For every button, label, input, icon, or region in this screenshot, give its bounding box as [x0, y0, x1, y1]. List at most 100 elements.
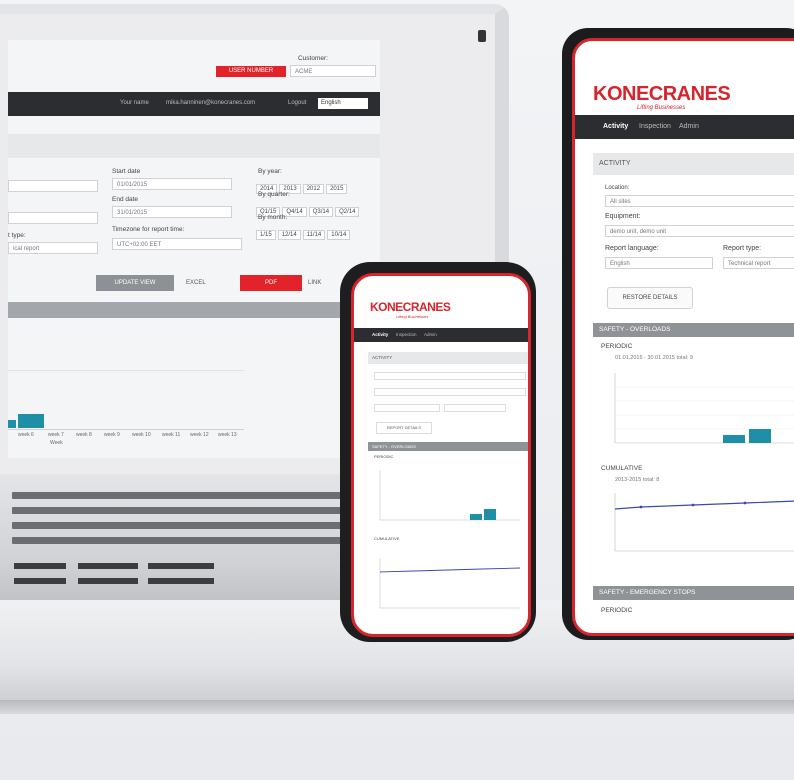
by-year-label: By year:	[258, 168, 282, 175]
customer-label: Customer:	[298, 55, 328, 62]
tablet-logo-tagline: Lifting Businesses	[637, 105, 686, 111]
keyboard-key	[78, 578, 138, 584]
topbar-email: mika.hanninen@konecranes.com	[166, 100, 256, 106]
keyboard-key	[78, 563, 138, 569]
timezone-select[interactable]: UTC+02:00 EET	[112, 238, 242, 250]
nav-activity[interactable]: Activity	[372, 332, 388, 337]
month-chips: 1/15 12/14 11/14 10/14	[256, 223, 352, 241]
report-details-button[interactable]: REPORT DETAILS	[376, 422, 432, 434]
x-tick: week 8	[76, 432, 92, 438]
x-tick: week 9	[104, 432, 120, 438]
phone-logo-tagline: Lifting Businesses	[396, 314, 429, 319]
end-date-label: End date	[112, 196, 139, 203]
equipment-select[interactable]	[8, 212, 98, 224]
laptop-screen: Customer: ACME USER NUMBER Your name mik…	[8, 40, 380, 458]
x-tick: week 11	[162, 432, 181, 438]
keyboard-key	[148, 578, 214, 584]
location-select[interactable]: All sites	[605, 195, 794, 207]
cumulative-label: CUMULATIVE	[374, 536, 400, 541]
report-type-select[interactable]	[444, 404, 506, 412]
cumulative-point	[691, 503, 695, 507]
chart-bar	[8, 420, 16, 428]
month-chip[interactable]: 10/14	[327, 230, 351, 240]
tablet-screen: KONECRANES Lifting Businesses Activity I…	[572, 38, 794, 636]
topbar-name: Your name	[120, 100, 149, 106]
activity-header: ACTIVITY	[593, 153, 794, 175]
nav-inspection[interactable]: Inspection	[396, 332, 417, 337]
phone-screen: KONECRANES Lifting Businesses Activity I…	[351, 273, 531, 637]
activity-header: ACTIVITY	[368, 352, 528, 364]
month-chip[interactable]: 11/14	[302, 230, 326, 240]
chart-bar	[749, 429, 771, 443]
cumulative-point	[639, 505, 643, 509]
report-type-select[interactable]: Technical report	[723, 257, 794, 269]
tablet-cumulative-chart	[614, 493, 794, 552]
cumulative-point	[743, 501, 747, 505]
overloads-header: SAFETY - OVERLOADS	[368, 442, 528, 451]
pdf-button[interactable]: PDF	[240, 275, 302, 291]
report-language-select[interactable]	[374, 404, 440, 412]
shelf-edge	[0, 700, 794, 714]
periodic-range: 01.01.2015 - 30.01.2015 total: 9	[615, 355, 693, 361]
excel-button[interactable]: EXCEL	[186, 275, 236, 291]
language-select[interactable]: English	[318, 98, 368, 109]
x-tick: week 7	[48, 432, 64, 438]
customer-select[interactable]: ACME	[290, 65, 376, 77]
month-chip[interactable]: 1/15	[256, 230, 276, 240]
keyboard-row	[12, 507, 342, 514]
overloads-header: SAFETY - OVERLOADS	[593, 323, 794, 337]
periodic-label: PERIODIC	[601, 343, 633, 350]
nav-inspection[interactable]: Inspection	[639, 123, 671, 130]
chart-bar	[484, 509, 496, 520]
restore-details-button[interactable]: RESTORE DETAILS	[607, 287, 693, 309]
nav-admin[interactable]: Admin	[679, 123, 699, 130]
laptop-top-bar: Your name mika.hanninen@konecranes.com L…	[8, 92, 380, 116]
equipment-select[interactable]	[374, 388, 526, 396]
month-chip[interactable]: 12/14	[277, 230, 301, 240]
x-tick: week 13	[218, 432, 237, 438]
tablet-logo: KONECRANES	[593, 83, 731, 105]
nav-admin[interactable]: Admin	[424, 332, 437, 337]
periodic-label-2: PERIODIC	[601, 607, 633, 614]
cumulative-line	[379, 567, 520, 573]
location-select[interactable]	[374, 372, 526, 380]
x-tick: week 12	[190, 432, 209, 438]
update-view-button[interactable]: UPDATE VIEW	[96, 275, 174, 291]
quarter-chip[interactable]: Q3/14	[308, 207, 334, 217]
year-chip[interactable]: 2012	[302, 184, 325, 194]
emergency-stops-header: SAFETY - EMERGENCY STOPS	[593, 586, 794, 600]
year-chip[interactable]: 2015	[326, 184, 348, 194]
report-language-label: Report language:	[605, 245, 659, 252]
phone-cumulative-chart	[379, 558, 520, 609]
start-date-input[interactable]: 01/01/2015	[112, 178, 232, 190]
logout-link[interactable]: Logout	[288, 100, 306, 106]
x-title: Week	[50, 440, 63, 446]
laptop-camera	[478, 30, 486, 42]
cumulative-range: 2013-2015 total: 8	[615, 477, 660, 483]
keyboard-key	[14, 563, 66, 569]
tablet-periodic-chart	[614, 373, 794, 444]
grey-band	[8, 302, 380, 318]
by-quarter-label: By quarter:	[258, 191, 290, 198]
keyboard-key	[148, 563, 214, 569]
timezone-label: Timezone for report time:	[112, 226, 185, 233]
user-number-button[interactable]: USER NUMBER	[216, 66, 286, 77]
location-select[interactable]	[8, 180, 98, 192]
keyboard-key	[14, 578, 66, 584]
end-date-input[interactable]: 31/01/2015	[112, 206, 232, 218]
section-header	[8, 134, 380, 158]
quarter-chip[interactable]: Q2/14	[335, 207, 360, 217]
chart-bar	[723, 435, 745, 443]
report-type-label: t type:	[8, 232, 26, 239]
by-month-label: By month:	[258, 214, 288, 221]
report-type-select[interactable]: ical report	[8, 242, 98, 254]
keyboard-row	[12, 492, 342, 499]
report-language-select[interactable]: English	[605, 257, 713, 269]
x-tick: week 6	[18, 432, 34, 438]
nav-activity[interactable]: Activity	[603, 123, 628, 130]
phone-logo: KONECRANES	[370, 300, 451, 314]
start-date-label: Start date	[112, 168, 141, 175]
equipment-select[interactable]: demo unit, demo unit	[605, 225, 794, 237]
keyboard-row	[12, 537, 342, 544]
keyboard-row	[12, 522, 342, 529]
